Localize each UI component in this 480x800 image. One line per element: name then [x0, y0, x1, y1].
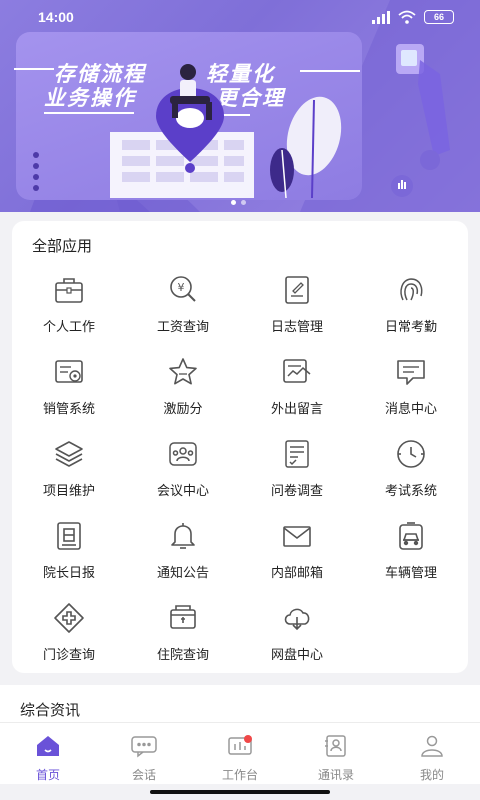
section-title-news: 综合资讯 [20, 701, 81, 719]
app-item[interactable]: 车辆管理 [354, 515, 468, 597]
tab-label: 通讯录 [317, 768, 354, 782]
tab-label: 我的 [419, 768, 444, 782]
log-edit-icon [280, 273, 314, 307]
app-item[interactable]: 通知公告 [126, 515, 240, 597]
wifi-icon [398, 10, 416, 24]
app-item[interactable]: 项目维护 [12, 433, 126, 515]
section-title-all-apps: 全部应用 [32, 237, 93, 255]
app-label: 项目维护 [42, 484, 95, 499]
signal-icon [372, 10, 390, 24]
bell-icon [166, 519, 200, 553]
app-item[interactable]: 日常考勤 [354, 269, 468, 351]
app-item[interactable]: ¥ 工资查询 [126, 269, 240, 351]
app-item[interactable]: 考试系统 [354, 433, 468, 515]
app-item[interactable]: 日志管理 [240, 269, 354, 351]
app-label: 日志管理 [270, 320, 323, 335]
app-label: 激励分 [163, 402, 203, 417]
daily-report-icon [52, 519, 86, 553]
app-label: 工资查询 [156, 320, 209, 335]
app-label: 销管系统 [42, 402, 95, 417]
app-item[interactable]: 内部邮箱 [240, 515, 354, 597]
layers-icon [52, 437, 86, 471]
salary-search-icon: ¥ [166, 273, 200, 307]
app-label: 考试系统 [384, 484, 437, 499]
chat-icon [130, 734, 158, 762]
app-label: 个人工作 [42, 320, 95, 335]
app-label: 通知公告 [156, 566, 209, 581]
app-item[interactable]: 激励分 [126, 351, 240, 433]
tab-item[interactable]: 工作台 [192, 723, 288, 784]
battery-indicator: 66 [424, 10, 454, 24]
clinic-cross-icon [52, 601, 86, 635]
banner-decor-dots [33, 152, 39, 191]
app-item[interactable]: 会议中心 [126, 433, 240, 515]
app-item[interactable]: 个人工作 [12, 269, 126, 351]
app-grid: 个人工作 ¥ 工资查询 日志管理 日常考勤销管系统 激励分 外出留言 消息中心项目维护 会议中心… [12, 269, 468, 679]
briefcase-icon [52, 273, 86, 307]
svg-text:¥: ¥ [178, 281, 185, 294]
contacts-icon [322, 734, 350, 762]
bottom-tab-bar: 首页 会话 工作台 通讯录 我的 [0, 722, 480, 784]
clock-icon [394, 437, 428, 471]
outing-message-icon [280, 355, 314, 389]
hospital-bed-icon [166, 601, 200, 635]
carousel-pager [231, 200, 246, 205]
app-item[interactable]: 外出留言 [240, 351, 354, 433]
app-label: 问卷调查 [270, 484, 323, 499]
meeting-icon [166, 437, 200, 471]
sales-icon [52, 355, 86, 389]
app-item[interactable]: 院长日报 [12, 515, 126, 597]
app-item[interactable]: 门诊查询 [12, 597, 126, 679]
profile-icon [418, 734, 446, 762]
app-label: 内部邮箱 [270, 566, 323, 581]
fingerprint-icon [394, 273, 428, 307]
app-label: 车辆管理 [384, 566, 437, 581]
survey-icon [280, 437, 314, 471]
status-bar: 14:00 66 [0, 0, 480, 34]
home-indicator[interactable] [150, 790, 330, 794]
app-label: 网盘中心 [270, 648, 323, 663]
tab-label: 工作台 [221, 768, 258, 782]
app-label: 住院查询 [156, 648, 209, 663]
app-label: 院长日报 [42, 566, 95, 581]
app-label: 日常考勤 [384, 320, 437, 335]
app-label: 门诊查询 [42, 648, 95, 663]
cloud-download-icon [280, 601, 314, 635]
tab-item[interactable]: 会话 [96, 723, 192, 784]
app-item[interactable]: 消息中心 [354, 351, 468, 433]
notification-badge [244, 735, 252, 743]
app-item[interactable]: 住院查询 [126, 597, 240, 679]
app-item[interactable]: 问卷调查 [240, 433, 354, 515]
car-icon [394, 519, 428, 553]
star-icon [166, 355, 200, 389]
status-time: 14:00 [38, 9, 74, 25]
mail-icon [280, 519, 314, 553]
app-item[interactable]: 销管系统 [12, 351, 126, 433]
tab-item[interactable]: 通讯录 [288, 723, 384, 784]
all-apps-card: 全部应用 个人工作 ¥ 工资查询 日志管理 日常考勤销管系统 激励分 外出留言 消息中心项目维… [12, 221, 468, 673]
app-label: 消息中心 [384, 402, 437, 417]
tab-label: 首页 [35, 768, 60, 782]
app-label: 外出留言 [270, 402, 323, 417]
tab-item[interactable]: 首页 [0, 723, 96, 784]
app-label: 会议中心 [156, 484, 209, 499]
tab-label: 会话 [131, 768, 156, 782]
tab-item[interactable]: 我的 [384, 723, 480, 784]
app-item[interactable]: 网盘中心 [240, 597, 354, 679]
message-icon [394, 355, 428, 389]
home-icon [34, 734, 62, 762]
